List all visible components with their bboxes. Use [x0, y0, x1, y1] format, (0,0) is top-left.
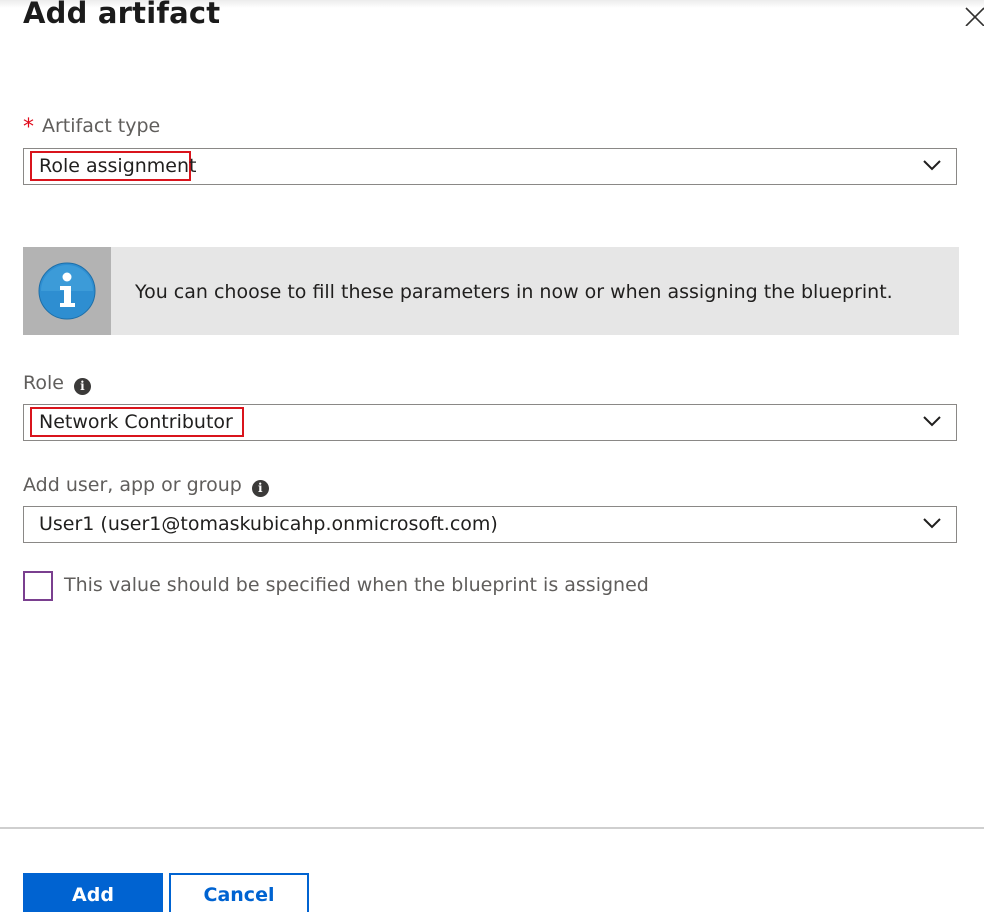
role-info-icon[interactable]: i	[73, 378, 91, 395]
info-banner-message: You can choose to fill these parameters …	[135, 281, 893, 303]
artifact-type-dropdown[interactable]: Role assignment	[23, 148, 957, 185]
role-dropdown[interactable]: Network Contributor	[23, 404, 957, 441]
principal-value: User1 (user1@tomaskubicahp.onmicrosoft.c…	[39, 513, 498, 535]
role-label: Role i	[23, 372, 91, 395]
principal-label: Add user, app or group i	[23, 474, 269, 497]
chevron-down-icon	[923, 518, 941, 529]
info-banner: You can choose to fill these parameters …	[23, 247, 959, 335]
close-icon[interactable]	[964, 6, 984, 26]
info-icon	[38, 262, 96, 320]
chevron-down-icon	[923, 416, 941, 427]
artifact-type-value: Role assignment	[39, 155, 197, 177]
page-title: Add artifact	[23, 0, 221, 30]
specify-later-checkbox[interactable]	[23, 571, 53, 601]
cancel-button[interactable]: Cancel	[169, 873, 309, 912]
principal-info-icon[interactable]: i	[251, 480, 269, 497]
info-icon-box	[23, 247, 111, 335]
artifact-type-label-text: Artifact type	[42, 115, 161, 137]
principal-label-text: Add user, app or group	[23, 474, 242, 496]
role-label-text: Role	[23, 372, 64, 394]
role-value: Network Contributor	[39, 411, 233, 433]
required-marker: *	[23, 115, 34, 140]
chevron-down-icon	[923, 160, 941, 171]
artifact-type-label: * Artifact type	[23, 113, 161, 140]
specify-later-label: This value should be specified when the …	[64, 574, 649, 596]
footer-divider	[0, 827, 984, 829]
add-button[interactable]: Add	[23, 873, 163, 912]
principal-dropdown[interactable]: User1 (user1@tomaskubicahp.onmicrosoft.c…	[23, 506, 957, 543]
add-artifact-panel: Add artifact * Artifact type Role assignm…	[0, 0, 984, 912]
